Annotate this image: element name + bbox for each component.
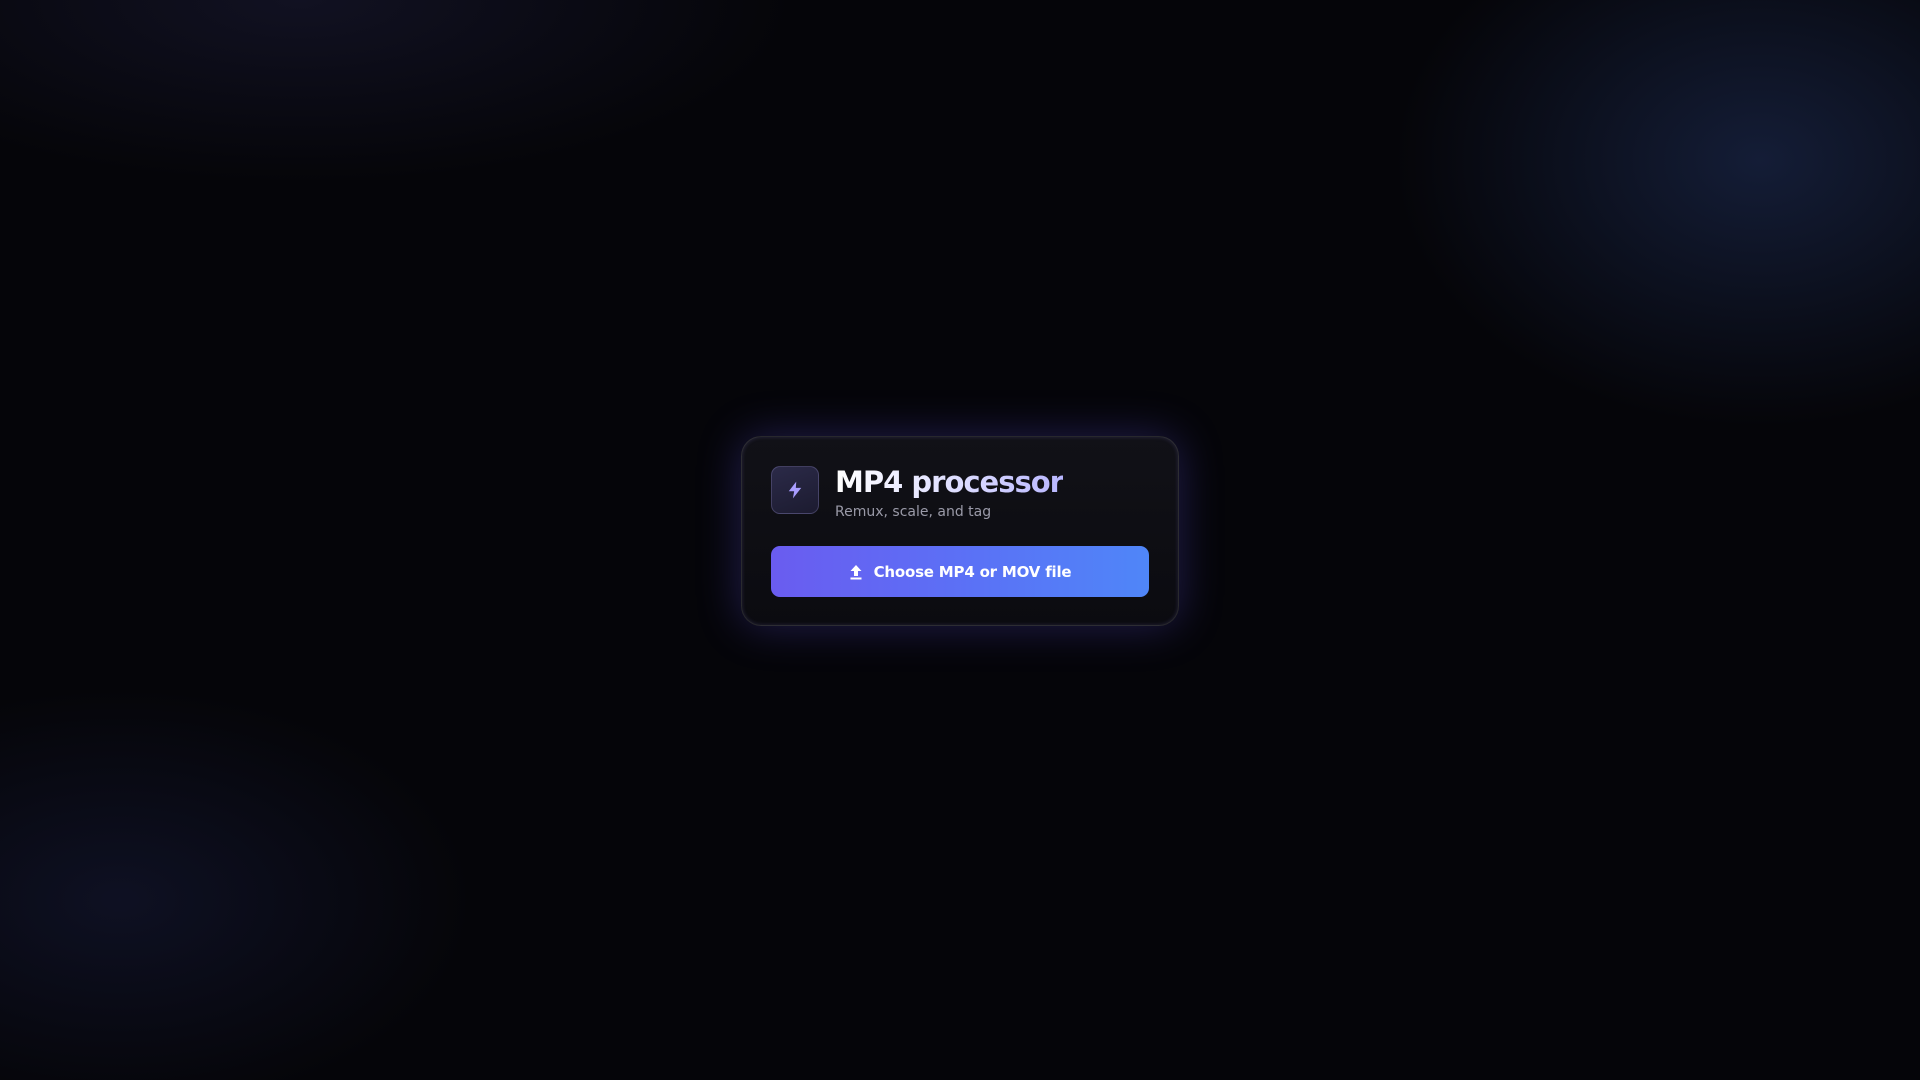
lightning-bolt-icon bbox=[788, 481, 802, 499]
upload-arrow-icon bbox=[849, 564, 863, 580]
processor-card: MP4 processor Remux, scale, and tag Choo… bbox=[741, 436, 1179, 626]
page-title: MP4 processor bbox=[835, 465, 1064, 499]
choose-file-label: Choose MP4 or MOV file bbox=[873, 562, 1072, 581]
title-block: MP4 processor Remux, scale, and tag bbox=[835, 465, 1064, 522]
page-subtitle: Remux, scale, and tag bbox=[835, 504, 992, 520]
card-header: MP4 processor Remux, scale, and tag bbox=[771, 465, 1149, 532]
choose-file-button[interactable]: Choose MP4 or MOV file bbox=[771, 546, 1149, 597]
app-icon-tile bbox=[771, 466, 819, 514]
